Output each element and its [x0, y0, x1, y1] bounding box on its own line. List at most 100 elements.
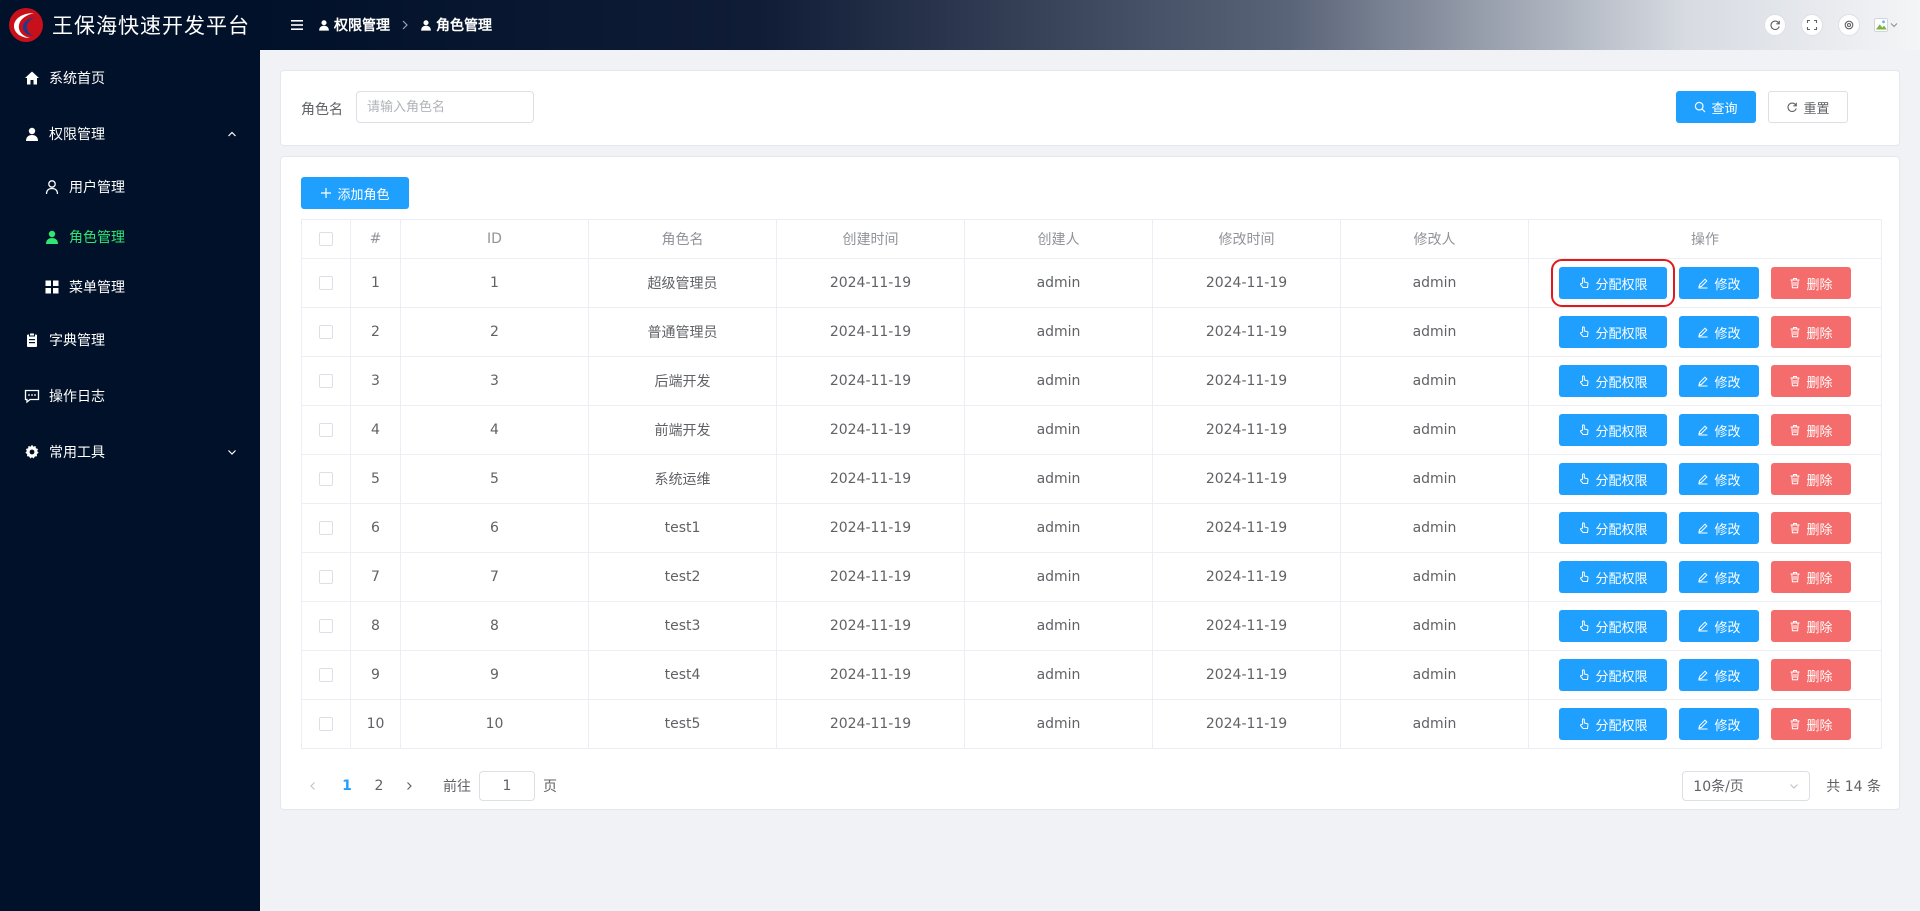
page-number[interactable]: 1: [333, 778, 361, 794]
row-created-time: 2024-11-19: [776, 405, 965, 455]
row-id: 3: [400, 356, 589, 406]
edit-button[interactable]: 修改: [1679, 414, 1759, 446]
delete-button[interactable]: 删除: [1771, 561, 1851, 593]
hamburger-menu-icon[interactable]: [290, 18, 304, 32]
sidebar-item-dictionary[interactable]: 字典管理: [0, 312, 260, 368]
row-checkbox[interactable]: [319, 668, 333, 682]
row-role-name: test4: [588, 650, 777, 700]
row-checkbox[interactable]: [319, 325, 333, 339]
assign-permission-label: 分配权限: [1595, 718, 1648, 734]
edit-button[interactable]: 修改: [1679, 512, 1759, 544]
fullscreen-icon[interactable]: [1801, 14, 1823, 36]
row-checkbox[interactable]: [319, 521, 333, 535]
prev-page-icon[interactable]: [301, 781, 325, 791]
edit-button[interactable]: 修改: [1679, 267, 1759, 299]
assign-permission-button[interactable]: 分配权限: [1559, 561, 1667, 593]
delete-button[interactable]: 删除: [1771, 316, 1851, 348]
row-creator: admin: [964, 258, 1153, 308]
search-panel: 角色名 查询 重置: [280, 70, 1900, 146]
sidebar-item-roles[interactable]: 角色管理: [0, 212, 260, 262]
sidebar-item-menus[interactable]: 菜单管理: [0, 262, 260, 312]
row-checkbox[interactable]: [319, 472, 333, 486]
assign-permission-label: 分配权限: [1595, 277, 1648, 293]
row-role-name: 超级管理员: [588, 258, 777, 308]
edit-button[interactable]: 修改: [1679, 659, 1759, 691]
row-role-name: 系统运维: [588, 454, 777, 504]
row-checkbox[interactable]: [319, 276, 333, 290]
user-filled-icon: [44, 229, 60, 245]
column-header: #: [350, 219, 401, 259]
delete-button[interactable]: 删除: [1771, 708, 1851, 740]
next-page-icon[interactable]: [397, 781, 421, 791]
reset-button[interactable]: 重置: [1768, 91, 1848, 123]
row-created-time: 2024-11-19: [776, 650, 965, 700]
assign-permission-button[interactable]: 分配权限: [1559, 610, 1667, 642]
sidebar-item-label: 系统首页: [49, 71, 105, 87]
edit-button[interactable]: 修改: [1679, 561, 1759, 593]
row-index: 6: [350, 503, 401, 553]
query-button[interactable]: 查询: [1676, 91, 1756, 123]
edit-button[interactable]: 修改: [1679, 708, 1759, 740]
row-role-name: test2: [588, 552, 777, 602]
sidebar-item-permission[interactable]: 权限管理: [0, 106, 260, 162]
sidebar-item-tools[interactable]: 常用工具: [0, 424, 260, 480]
refresh-icon[interactable]: [1764, 14, 1786, 36]
row-checkbox[interactable]: [319, 374, 333, 388]
plus-icon: [320, 187, 332, 199]
edit-button[interactable]: 修改: [1679, 316, 1759, 348]
row-checkbox[interactable]: [319, 423, 333, 437]
assign-permission-button[interactable]: 分配权限: [1559, 512, 1667, 544]
delete-button[interactable]: 删除: [1771, 463, 1851, 495]
trash-icon: [1789, 522, 1801, 534]
hand-pointer-icon: [1578, 473, 1590, 485]
jump-page-input[interactable]: [479, 771, 535, 801]
row-checkbox[interactable]: [319, 717, 333, 731]
assign-permission-button[interactable]: 分配权限: [1559, 316, 1667, 348]
row-actions: 分配权限 修改 删除: [1528, 650, 1882, 700]
delete-button[interactable]: 删除: [1771, 365, 1851, 397]
edit-button[interactable]: 修改: [1679, 610, 1759, 642]
trash-icon: [1789, 571, 1801, 583]
table-row: 3 3 后端开发 2024-11-19 admin 2024-11-19 adm…: [301, 356, 1882, 406]
edit-button[interactable]: 修改: [1679, 365, 1759, 397]
row-checkbox[interactable]: [319, 570, 333, 584]
sidebar-item-logs[interactable]: 操作日志: [0, 368, 260, 424]
delete-button[interactable]: 删除: [1771, 610, 1851, 642]
role-name-input[interactable]: [356, 91, 534, 123]
delete-label: 删除: [1806, 375, 1833, 391]
table-row: 6 6 test1 2024-11-19 admin 2024-11-19 ad…: [301, 503, 1882, 553]
delete-button[interactable]: 删除: [1771, 414, 1851, 446]
clipboard-icon: [24, 332, 40, 348]
sidebar-item-users[interactable]: 用户管理: [0, 162, 260, 212]
assign-permission-button[interactable]: 分配权限: [1559, 463, 1667, 495]
select-all-checkbox[interactable]: [319, 232, 333, 246]
assign-permission-button[interactable]: 分配权限: [1551, 259, 1675, 307]
sidebar-item-home[interactable]: 系统首页: [0, 50, 260, 106]
delete-button[interactable]: 删除: [1771, 512, 1851, 544]
assign-permission-button[interactable]: 分配权限: [1559, 414, 1667, 446]
row-modifier: admin: [1340, 454, 1529, 504]
edit-button[interactable]: 修改: [1679, 463, 1759, 495]
assign-permission-button[interactable]: 分配权限: [1559, 659, 1667, 691]
hand-pointer-icon: [1578, 375, 1590, 387]
page-number[interactable]: 2: [365, 778, 393, 794]
page-size-select[interactable]: 10条/页: [1682, 771, 1811, 801]
assign-permission-label: 分配权限: [1595, 326, 1648, 342]
add-role-button[interactable]: 添加角色: [301, 177, 409, 209]
assign-permission-button[interactable]: 分配权限: [1559, 365, 1667, 397]
edit-label: 修改: [1714, 571, 1741, 587]
row-index: 4: [350, 405, 401, 455]
avatar[interactable]: [1874, 13, 1898, 37]
delete-button[interactable]: 删除: [1771, 659, 1851, 691]
delete-label: 删除: [1806, 424, 1833, 440]
settings-icon[interactable]: [1838, 14, 1860, 36]
row-checkbox[interactable]: [319, 619, 333, 633]
row-modifier: admin: [1340, 552, 1529, 602]
sidebar-menu: 系统首页 权限管理 用户管理 角色管理 菜单管理 字典管理 操作日志 常用工具: [0, 50, 260, 480]
delete-button[interactable]: 删除: [1771, 267, 1851, 299]
row-modifier: admin: [1340, 405, 1529, 455]
breadcrumb-item-permission[interactable]: 权限管理: [334, 15, 390, 35]
row-select-cell: [301, 650, 351, 700]
chevron-up-icon: [226, 128, 238, 140]
assign-permission-button[interactable]: 分配权限: [1559, 708, 1667, 740]
